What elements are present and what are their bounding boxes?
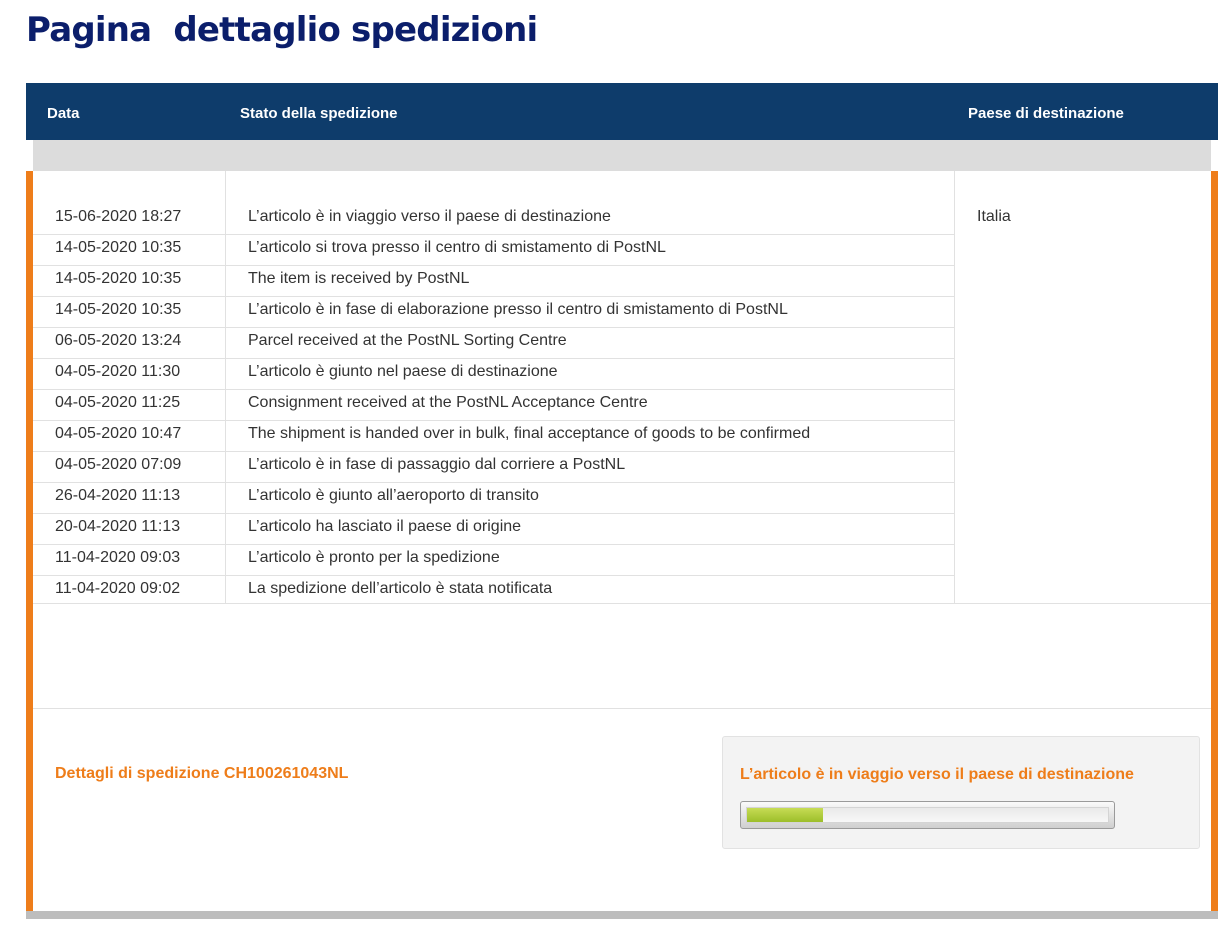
event-status: L’articolo è pronto per la spedizione	[248, 549, 500, 566]
event-status: L’articolo è giunto all’aeroporto di tra…	[248, 487, 539, 504]
event-date: 20-04-2020 11:13	[55, 518, 181, 535]
progress-track-inner	[746, 807, 1109, 823]
event-status: L’articolo è in viaggio verso il paese d…	[248, 208, 611, 225]
current-status-text: L’articolo è in viaggio verso il paese d…	[740, 766, 1134, 783]
row-divider	[33, 296, 954, 297]
row-divider	[33, 420, 954, 421]
row-divider	[33, 265, 954, 266]
event-date: 04-05-2020 11:30	[55, 363, 181, 380]
event-status: La spedizione dell’articolo è stata noti…	[248, 580, 553, 597]
row-divider	[33, 358, 954, 359]
shipment-details-label: Dettagli di spedizione CH100261043NL	[55, 765, 349, 782]
row-divider	[33, 451, 954, 452]
tracking-panel: 15-06-2020 18:27 L’articolo è in viaggio …	[26, 171, 1218, 911]
event-status: L’articolo è in fase di passaggio dal co…	[248, 456, 626, 473]
row-divider	[33, 234, 954, 235]
header-separator-band	[33, 140, 1211, 171]
event-status: L’articolo è giunto nel paese di destina…	[248, 363, 558, 380]
row-divider	[33, 482, 954, 483]
event-date: 04-05-2020 10:47	[55, 425, 182, 442]
header-date: Data	[47, 105, 80, 122]
footer-bar	[26, 911, 1218, 919]
event-status: The shipment is handed over in bulk, fin…	[248, 425, 811, 442]
event-date: 26-04-2020 11:13	[55, 487, 181, 504]
row-divider	[33, 544, 954, 545]
event-status: The item is received by PostNL	[248, 270, 470, 287]
section-divider	[33, 708, 1211, 709]
row-divider	[33, 575, 954, 576]
current-status-card: L’articolo è in viaggio verso il paese d…	[722, 736, 1200, 849]
event-date: 14-05-2020 10:35	[55, 239, 182, 256]
event-status: L’articolo è in fase di elaborazione pre…	[248, 301, 788, 318]
event-date: 04-05-2020 11:25	[55, 394, 181, 411]
event-date: 11-04-2020 09:03	[55, 549, 181, 566]
row-divider	[33, 327, 954, 328]
event-date: 06-05-2020 13:24	[55, 332, 182, 349]
event-date: 14-05-2020 10:35	[55, 301, 182, 318]
progress-fill	[747, 808, 823, 822]
shipment-progress-bar	[740, 801, 1115, 829]
row-divider	[33, 389, 954, 390]
event-date: 11-04-2020 09:02	[55, 580, 181, 597]
event-status: L’articolo ha lasciato il paese di origi…	[248, 518, 522, 535]
event-date: 04-05-2020 07:09	[55, 456, 182, 473]
row-divider	[33, 513, 954, 514]
column-divider	[225, 171, 226, 603]
header-status: Stato della spedizione	[240, 105, 398, 122]
page-title: Pagina dettaglio spedizioni	[26, 10, 538, 50]
event-status: L’articolo si trova presso il centro di …	[248, 239, 666, 256]
event-status: Consignment received at the PostNL Accep…	[248, 394, 648, 411]
event-status: Parcel received at the PostNL Sorting Ce…	[248, 332, 567, 349]
column-divider	[954, 171, 955, 603]
destination-country: Italia	[977, 208, 1011, 225]
event-date: 14-05-2020 10:35	[55, 270, 182, 287]
header-country: Paese di destinazione	[968, 105, 1124, 122]
table-header: Data Stato della spedizione Paese di des…	[26, 83, 1218, 140]
table-bottom-border	[33, 603, 1211, 604]
event-date: 15-06-2020 18:27	[55, 208, 182, 225]
